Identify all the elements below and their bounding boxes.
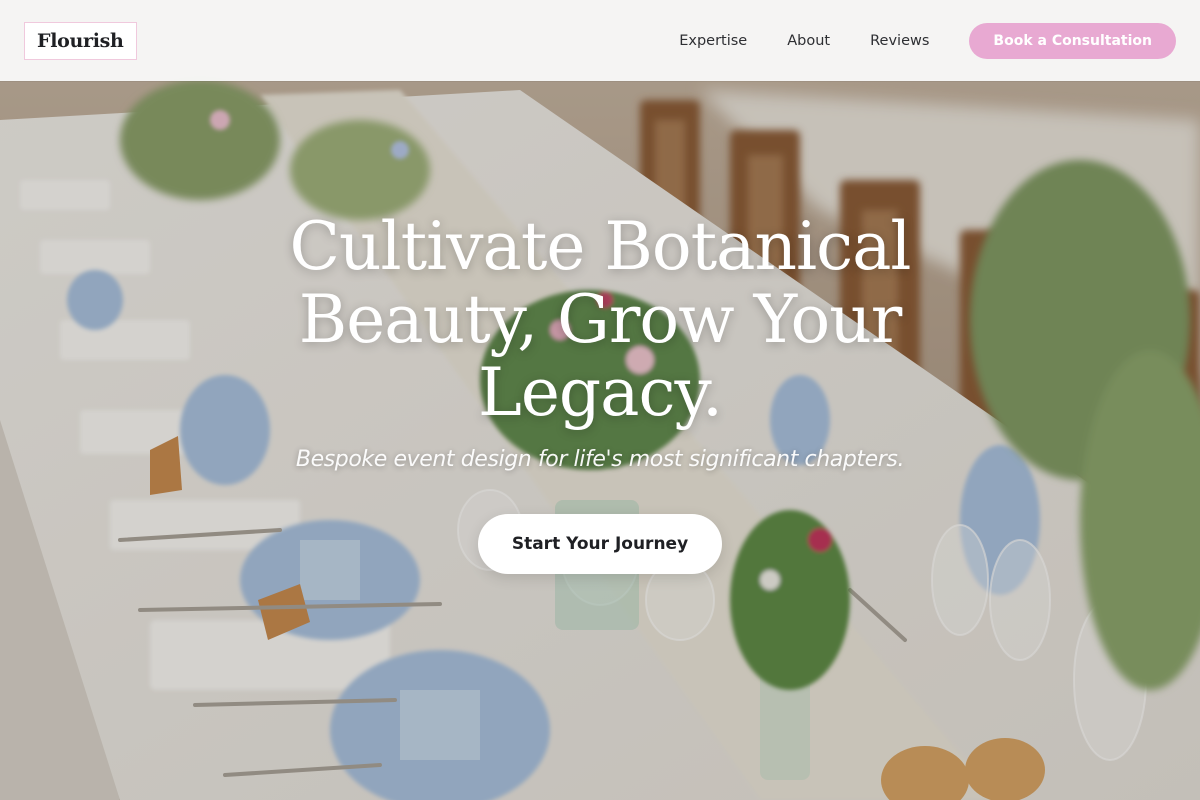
main-nav: Expertise About Reviews Book a Consultat… <box>679 22 1176 59</box>
nav-link-about[interactable]: About <box>787 33 830 49</box>
book-consultation-button[interactable]: Book a Consultation <box>969 22 1176 59</box>
start-journey-button[interactable]: Start Your Journey <box>478 514 722 574</box>
nav-link-reviews[interactable]: Reviews <box>870 33 929 49</box>
hero-title: Cultivate Botanical Beauty, Grow Your Le… <box>289 208 911 431</box>
site-header: Flourish Expertise About Reviews Book a … <box>0 0 1200 81</box>
hero-section: Cultivate Botanical Beauty, Grow Your Le… <box>0 210 1200 574</box>
logo[interactable]: Flourish <box>24 21 137 60</box>
nav-link-expertise[interactable]: Expertise <box>679 33 747 49</box>
hero-subtitle: Bespoke event design for life's most sig… <box>295 447 905 472</box>
